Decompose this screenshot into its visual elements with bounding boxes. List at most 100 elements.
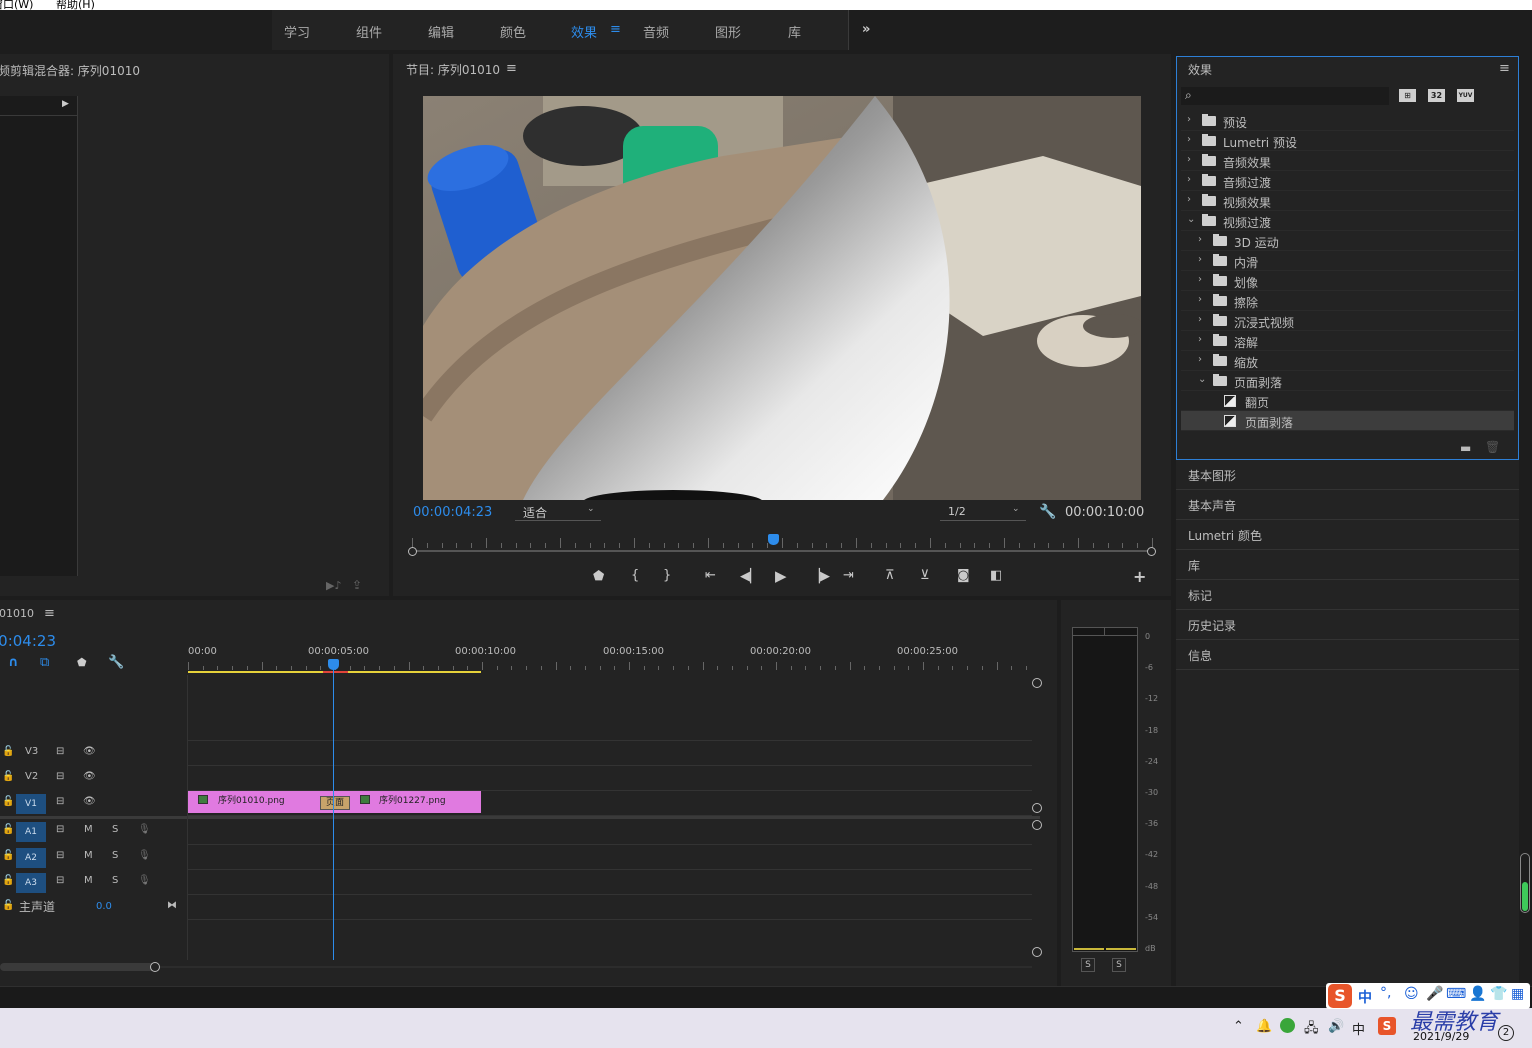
chevron-right-icon[interactable]: › xyxy=(1187,174,1191,185)
workspace-tab-editing[interactable]: 编辑 xyxy=(428,22,454,41)
mark-in-icon[interactable]: { xyxy=(631,568,639,583)
track-target-v1[interactable]: V1 xyxy=(16,794,46,814)
track-target-a2[interactable]: A2 xyxy=(16,848,46,868)
side-panel-tab[interactable]: 库 xyxy=(1176,550,1519,580)
eye-icon[interactable]: 👁 xyxy=(83,796,96,807)
notification-icon[interactable]: 🔔 xyxy=(1256,1019,1272,1034)
side-panel-tab[interactable]: 标记 xyxy=(1176,580,1519,610)
workspace-tab-effects[interactable]: 效果 xyxy=(571,22,597,41)
linked-selection-icon[interactable]: ⧉ xyxy=(40,655,49,670)
program-monitor-title[interactable]: 节目: 序列01010 xyxy=(406,61,500,78)
microphone-icon[interactable]: 🎙 xyxy=(138,850,151,861)
scroll-handle[interactable] xyxy=(1032,947,1042,957)
lane-a1[interactable] xyxy=(188,819,1032,845)
effects-tree-item[interactable]: › 音频效果 xyxy=(1181,151,1514,171)
track-target-a1[interactable]: A1 xyxy=(16,822,46,842)
lock-icon[interactable]: 🔓 xyxy=(2,900,14,911)
effects-tree-item[interactable]: 翻页 xyxy=(1181,391,1514,411)
scrub-start-handle[interactable] xyxy=(408,547,417,556)
lane-master[interactable] xyxy=(188,895,1032,920)
chevron-right-icon[interactable]: › xyxy=(1198,354,1202,365)
effects-tree-item[interactable]: › 擦除 xyxy=(1181,291,1514,311)
timeline-h-scrollbar[interactable] xyxy=(0,963,156,971)
lane-a3[interactable] xyxy=(188,870,1032,895)
sogou-icon[interactable]: S xyxy=(1378,1017,1396,1035)
effects-tree-item[interactable]: ⌄ 视频过渡 xyxy=(1181,211,1514,231)
program-menu-icon[interactable]: ≡ xyxy=(506,61,517,76)
effects-tree-item[interactable]: › 沉浸式视频 xyxy=(1181,311,1514,331)
mark-out-icon[interactable]: } xyxy=(663,568,671,583)
solo-left-button[interactable]: S xyxy=(1081,958,1095,972)
add-button-icon[interactable]: + xyxy=(1133,567,1146,586)
toolbox-icon[interactable]: ▦ xyxy=(1511,986,1524,1002)
effects-tree-item[interactable]: › 视频效果 xyxy=(1181,191,1514,211)
microphone-icon[interactable]: 🎙 xyxy=(138,824,151,835)
solo-button[interactable]: S xyxy=(112,850,118,861)
lock-icon[interactable]: 🔓 xyxy=(2,771,14,782)
menu-help[interactable]: 帮助(H) xyxy=(56,0,95,10)
lane-v2[interactable] xyxy=(188,766,1032,791)
go-to-start-icon[interactable]: ⧓ xyxy=(167,900,177,911)
emoji-icon[interactable]: ☺ xyxy=(1404,986,1419,1002)
chevron-right-icon[interactable]: › xyxy=(1198,294,1202,305)
transition-page-peel[interactable]: 页面 xyxy=(320,796,350,810)
effects-menu-icon[interactable]: ≡ xyxy=(1499,61,1510,76)
scroll-handle[interactable] xyxy=(1032,820,1042,830)
go-to-in-icon[interactable]: ⇤ xyxy=(705,568,716,583)
chevron-down-icon[interactable]: ⌄ xyxy=(1198,374,1206,385)
effects-tree-item[interactable]: › Lumetri 预设 xyxy=(1181,131,1514,151)
effects-tree-item[interactable]: › 3D 运动 xyxy=(1181,231,1514,251)
lock-icon[interactable]: 🔓 xyxy=(2,746,14,757)
lock-icon[interactable]: 🔓 xyxy=(2,875,14,886)
timeline-current-time[interactable]: 00:00:04:23 xyxy=(0,632,56,650)
toggle-sync-icon[interactable]: ⊟ xyxy=(56,850,64,861)
extract-icon[interactable]: ⊻ xyxy=(920,568,930,583)
workspace-tab-color[interactable]: 颜色 xyxy=(500,22,526,41)
chevron-up-icon[interactable]: ⌃ xyxy=(1233,1019,1244,1034)
chevron-right-icon[interactable]: › xyxy=(1187,194,1191,205)
program-playhead[interactable] xyxy=(768,534,779,545)
effects-panel-title[interactable]: 效果 xyxy=(1188,61,1212,78)
clip-sequence01010[interactable]: 序列01010.png xyxy=(188,791,334,813)
track-target-a3[interactable]: A3 xyxy=(16,873,46,893)
workspace-tab-learn[interactable]: 学习 xyxy=(284,22,310,41)
keyboard-icon[interactable]: ⌨ xyxy=(1446,986,1466,1002)
solo-button[interactable]: S xyxy=(112,875,118,886)
eye-icon[interactable]: 👁 xyxy=(83,771,96,782)
chevron-right-icon[interactable]: › xyxy=(1198,334,1202,345)
scrub-end-handle[interactable] xyxy=(1147,547,1156,556)
skin-icon[interactable]: 👕 xyxy=(1490,986,1507,1002)
workspace-tab-assembly[interactable]: 组件 xyxy=(356,22,382,41)
play-triangle-icon[interactable]: ▶ xyxy=(62,99,69,109)
side-panel-tab[interactable]: 基本图形 xyxy=(1176,460,1519,490)
chevron-right-icon[interactable]: › xyxy=(1187,154,1191,165)
wrench-icon[interactable]: 🔧 xyxy=(1039,504,1056,520)
effects-tree-item[interactable]: › 缩放 xyxy=(1181,351,1514,371)
snap-icon[interactable]: ∩ xyxy=(8,655,19,670)
workspace-menu-icon[interactable]: ≡ xyxy=(610,22,621,37)
add-marker-icon[interactable]: ⬟ xyxy=(77,656,87,669)
network-icon[interactable]: 🖧 xyxy=(1304,1019,1319,1041)
side-panel-tab[interactable]: 历史记录 xyxy=(1176,610,1519,640)
scroll-handle[interactable] xyxy=(1032,678,1042,688)
menu-window[interactable]: 窗口(W) xyxy=(0,0,33,10)
effects-tree-item[interactable]: ⌄ 页面剥落 xyxy=(1181,371,1514,391)
mute-button[interactable]: M xyxy=(84,875,93,886)
toggle-sync-icon[interactable]: ⊟ xyxy=(56,796,64,807)
workspaces-overflow-icon[interactable]: » xyxy=(862,22,870,37)
program-current-time[interactable]: 00:00:04:23 xyxy=(413,505,492,520)
go-to-out-icon[interactable]: ⇥ xyxy=(843,568,854,583)
lock-icon[interactable]: 🔓 xyxy=(2,796,14,807)
clip-sequence01227[interactable]: 序列01227.png xyxy=(334,791,481,813)
chevron-right-icon[interactable]: › xyxy=(1198,254,1202,265)
speaker-icon[interactable]: 🔊 xyxy=(1328,1019,1344,1034)
step-back-icon[interactable]: ◀▏ xyxy=(740,569,760,584)
trash-icon[interactable]: 🗑 xyxy=(1485,440,1500,454)
export-icon[interactable]: ⇪ xyxy=(352,578,362,592)
lift-icon[interactable]: ⊼ xyxy=(885,568,895,583)
lane-a2[interactable] xyxy=(188,845,1032,870)
eye-icon[interactable]: 👁 xyxy=(83,746,96,757)
track-label[interactable]: V3 xyxy=(25,746,38,757)
mute-button[interactable]: M xyxy=(84,850,93,861)
accelerated-effects-icon[interactable]: ⊞ xyxy=(1399,89,1416,102)
